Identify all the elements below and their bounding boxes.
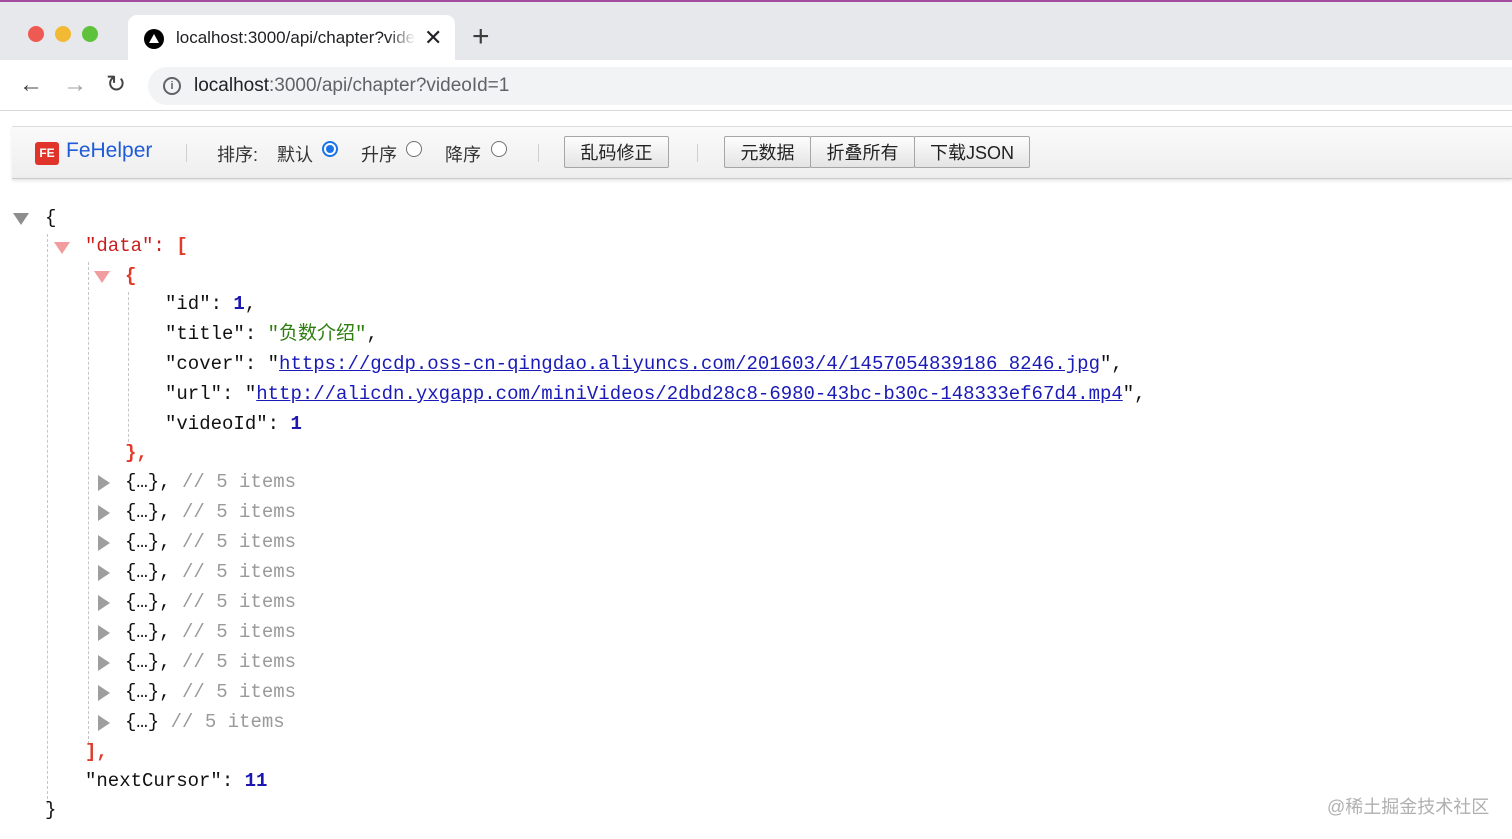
item-count-comment: // 5 items: [182, 471, 297, 493]
root-close-brace: }: [45, 799, 57, 821]
collapse-root-triangle-icon[interactable]: [13, 213, 29, 225]
item-count-comment: // 5 items: [182, 591, 297, 613]
field-next-cursor: "nextCursor": 11: [85, 770, 268, 792]
forward-arrow-icon[interactable]: →: [63, 71, 87, 99]
field-cover: "cover": "https://gcdp.oss-cn-qingdao.al…: [165, 353, 1123, 375]
data-key-line: "data": [: [85, 232, 188, 260]
fehelper-logo-icon: FE: [35, 142, 59, 165]
back-arrow-icon[interactable]: ←: [19, 71, 43, 99]
item-count-comment: // 5 items: [182, 651, 297, 673]
field-key: "id": [165, 293, 211, 315]
item-open-brace: {: [125, 265, 137, 287]
item-close-brace: },: [125, 442, 148, 464]
separator: [186, 144, 187, 162]
expand-item-triangle-icon[interactable]: [98, 685, 110, 701]
url-path: :3000/api/chapter?videoId=1: [269, 75, 510, 96]
sort-asc-label[interactable]: 升序: [361, 141, 397, 167]
field-id: "id": 1,: [165, 293, 257, 315]
sort-desc-label[interactable]: 降序: [445, 141, 481, 167]
collapsed-item[interactable]: {…}, // 5 items: [125, 648, 296, 676]
expand-item-triangle-icon[interactable]: [98, 475, 110, 491]
collapsed-item[interactable]: {…}, // 5 items: [125, 528, 296, 556]
field-value: 1: [290, 413, 302, 435]
expand-item-triangle-icon[interactable]: [98, 595, 110, 611]
expand-item-triangle-icon[interactable]: [98, 715, 110, 731]
url-host: localhost: [194, 75, 269, 96]
field-value: 1: [233, 293, 245, 315]
tab-title: localhost:3000/api/chapter?videoId=1: [176, 28, 416, 47]
sort-default-label[interactable]: 默认: [277, 141, 313, 167]
data-colon: :: [153, 235, 177, 257]
collapsed-item[interactable]: {…} // 5 items: [125, 708, 285, 736]
indent-guide: [47, 234, 48, 804]
vercel-favicon-icon: [144, 29, 164, 49]
tab-bar: localhost:3000/api/chapter?videoId=1 ✕ +: [0, 2, 1512, 62]
expand-item-triangle-icon[interactable]: [98, 505, 110, 521]
item-count-comment: // 5 items: [182, 531, 297, 553]
indent-guide: [128, 292, 129, 442]
watermark: @稀土掘金技术社区: [1327, 797, 1490, 817]
item-count-comment: // 5 items: [170, 711, 285, 733]
field-key: "cover": [165, 353, 245, 375]
video-url-link[interactable]: http://alicdn.yxgapp.com/miniVideos/2dbd…: [256, 383, 1123, 405]
field-value: "负数介绍": [267, 323, 367, 345]
item-count-comment: // 5 items: [182, 501, 297, 523]
collapsed-item[interactable]: {…}, // 5 items: [125, 588, 296, 616]
sort-label: 排序:: [217, 145, 259, 165]
expand-item-triangle-icon[interactable]: [98, 625, 110, 641]
field-key: "title": [165, 323, 245, 345]
json-viewer: { "data": [ { "id": 1, "title": "负数介绍", …: [0, 190, 1512, 830]
close-tab-icon[interactable]: ✕: [424, 24, 442, 52]
collapsed-item[interactable]: {…}, // 5 items: [125, 468, 296, 496]
collapse-data-triangle-icon[interactable]: [54, 242, 70, 254]
data-open-bracket: [: [176, 235, 188, 257]
close-window-button[interactable]: [28, 26, 44, 42]
cover-link[interactable]: https://gcdp.oss-cn-qingdao.aliyuncs.com…: [279, 353, 1100, 375]
expand-item-triangle-icon[interactable]: [98, 565, 110, 581]
data-key: "data": [85, 235, 154, 257]
fehelper-toolbar: FE FeHelper 排序: 默认 升序 降序 乱码修正 元数据 折叠所有 下…: [12, 126, 1512, 179]
fehelper-name[interactable]: FeHelper: [66, 139, 152, 163]
new-tab-icon[interactable]: +: [472, 20, 490, 54]
field-url: "url": "http://alicdn.yxgapp.com/miniVid…: [165, 383, 1146, 405]
collapse-item-triangle-icon[interactable]: [94, 271, 110, 283]
field-title: "title": "负数介绍",: [165, 323, 378, 345]
field-videoid: "videoId": 1: [165, 413, 302, 435]
root-open-brace: {: [45, 207, 57, 229]
expand-item-triangle-icon[interactable]: [98, 655, 110, 671]
collapsed-item[interactable]: {…}, // 5 items: [125, 558, 296, 586]
field-key: "url": [165, 383, 223, 405]
minimize-window-button[interactable]: [55, 26, 71, 42]
reload-icon[interactable]: ↻: [106, 71, 126, 99]
expand-item-triangle-icon[interactable]: [98, 535, 110, 551]
collapsed-item[interactable]: {…}, // 5 items: [125, 498, 296, 526]
zoom-window-button[interactable]: [82, 26, 98, 42]
item-count-comment: // 5 items: [182, 681, 297, 703]
sort-default-radio[interactable]: [322, 141, 338, 157]
data-close-bracket: ],: [85, 741, 108, 763]
address-bar[interactable]: i localhost:3000/api/chapter?videoId=1: [148, 67, 1512, 105]
fix-encoding-button[interactable]: 乱码修正: [564, 136, 669, 168]
collapsed-item[interactable]: {…}, // 5 items: [125, 618, 296, 646]
separator: [697, 144, 698, 162]
next-cursor-key: "nextCursor": [85, 770, 222, 792]
indent-guide: [88, 262, 89, 744]
sort-asc-radio[interactable]: [406, 141, 422, 157]
item-count-comment: // 5 items: [182, 561, 297, 583]
metadata-button[interactable]: 元数据: [724, 136, 811, 168]
browser-toolbar: ← → ↻ i localhost:3000/api/chapter?video…: [0, 60, 1512, 111]
separator: [538, 144, 539, 162]
collapse-all-button[interactable]: 折叠所有: [810, 136, 915, 168]
sort-desc-radio[interactable]: [491, 141, 507, 157]
next-cursor-value: 11: [244, 770, 268, 792]
field-key: "videoId": [165, 413, 268, 435]
browser-tab[interactable]: localhost:3000/api/chapter?videoId=1 ✕: [128, 15, 455, 62]
site-info-icon[interactable]: i: [163, 77, 181, 95]
item-count-comment: // 5 items: [182, 621, 297, 643]
url-text[interactable]: localhost:3000/api/chapter?videoId=1: [194, 75, 509, 97]
download-json-button[interactable]: 下载JSON: [914, 136, 1030, 168]
collapsed-item[interactable]: {…}, // 5 items: [125, 678, 296, 706]
